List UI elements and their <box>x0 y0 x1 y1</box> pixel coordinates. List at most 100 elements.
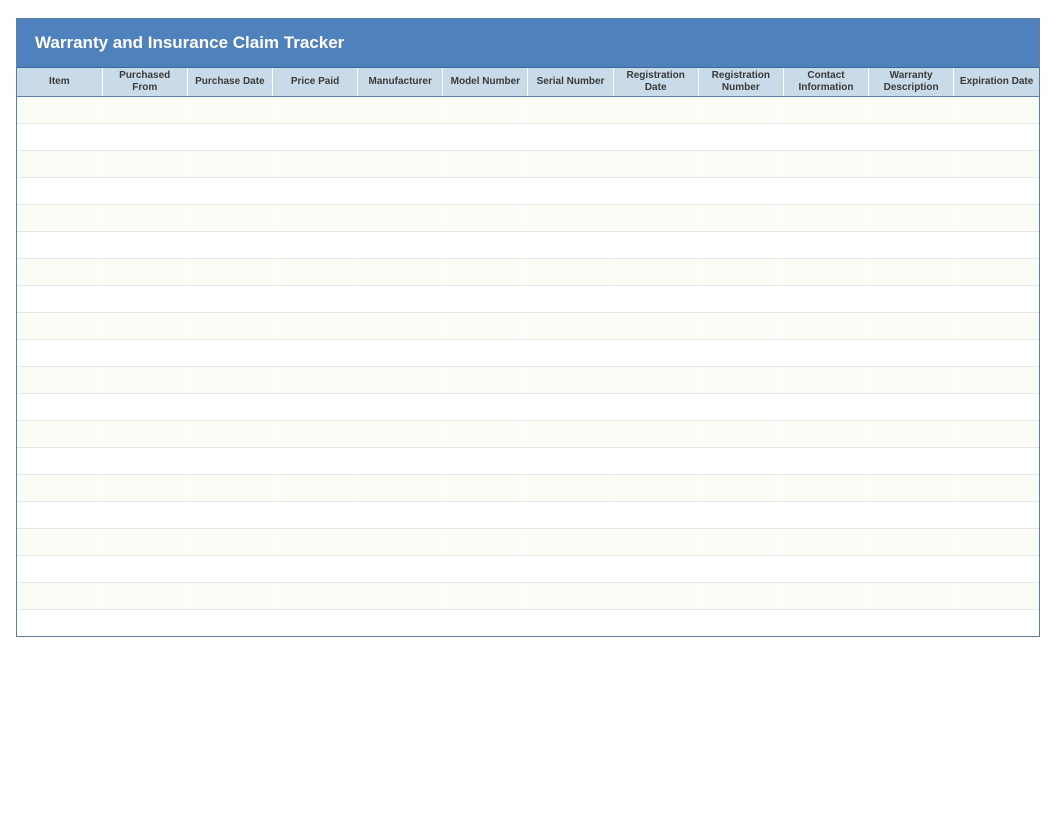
table-row[interactable] <box>17 474 1039 501</box>
table-cell[interactable] <box>187 177 272 204</box>
table-cell[interactable] <box>187 528 272 555</box>
table-cell[interactable] <box>869 204 954 231</box>
table-cell[interactable] <box>869 123 954 150</box>
table-cell[interactable] <box>358 285 443 312</box>
table-row[interactable] <box>17 231 1039 258</box>
table-cell[interactable] <box>613 474 698 501</box>
table-cell[interactable] <box>358 150 443 177</box>
table-cell[interactable] <box>613 204 698 231</box>
table-cell[interactable] <box>783 501 868 528</box>
table-cell[interactable] <box>783 447 868 474</box>
table-cell[interactable] <box>954 420 1039 447</box>
table-cell[interactable] <box>187 582 272 609</box>
table-cell[interactable] <box>358 177 443 204</box>
table-cell[interactable] <box>17 96 102 123</box>
table-cell[interactable] <box>528 528 613 555</box>
table-cell[interactable] <box>17 582 102 609</box>
table-cell[interactable] <box>187 555 272 582</box>
table-cell[interactable] <box>187 474 272 501</box>
table-cell[interactable] <box>17 447 102 474</box>
table-cell[interactable] <box>528 555 613 582</box>
table-row[interactable] <box>17 609 1039 636</box>
table-cell[interactable] <box>869 528 954 555</box>
table-cell[interactable] <box>528 339 613 366</box>
table-cell[interactable] <box>698 258 783 285</box>
table-cell[interactable] <box>358 555 443 582</box>
table-cell[interactable] <box>272 177 357 204</box>
table-cell[interactable] <box>698 96 783 123</box>
table-cell[interactable] <box>443 420 528 447</box>
table-cell[interactable] <box>272 582 357 609</box>
table-cell[interactable] <box>102 312 187 339</box>
table-cell[interactable] <box>17 528 102 555</box>
table-cell[interactable] <box>528 501 613 528</box>
table-cell[interactable] <box>272 474 357 501</box>
table-cell[interactable] <box>358 123 443 150</box>
table-cell[interactable] <box>698 366 783 393</box>
table-cell[interactable] <box>272 528 357 555</box>
table-row[interactable] <box>17 96 1039 123</box>
table-cell[interactable] <box>102 258 187 285</box>
table-cell[interactable] <box>613 582 698 609</box>
table-cell[interactable] <box>528 258 613 285</box>
table-cell[interactable] <box>17 420 102 447</box>
table-cell[interactable] <box>187 123 272 150</box>
table-cell[interactable] <box>272 447 357 474</box>
table-cell[interactable] <box>783 474 868 501</box>
table-cell[interactable] <box>102 474 187 501</box>
table-cell[interactable] <box>102 285 187 312</box>
table-cell[interactable] <box>358 96 443 123</box>
table-cell[interactable] <box>698 582 783 609</box>
table-cell[interactable] <box>443 231 528 258</box>
table-cell[interactable] <box>783 312 868 339</box>
table-cell[interactable] <box>613 123 698 150</box>
table-cell[interactable] <box>272 150 357 177</box>
table-cell[interactable] <box>272 231 357 258</box>
table-cell[interactable] <box>613 96 698 123</box>
table-cell[interactable] <box>528 312 613 339</box>
table-cell[interactable] <box>187 420 272 447</box>
table-cell[interactable] <box>187 96 272 123</box>
table-cell[interactable] <box>954 231 1039 258</box>
table-cell[interactable] <box>783 420 868 447</box>
table-row[interactable] <box>17 312 1039 339</box>
table-cell[interactable] <box>698 177 783 204</box>
table-row[interactable] <box>17 528 1039 555</box>
table-cell[interactable] <box>17 366 102 393</box>
table-cell[interactable] <box>783 96 868 123</box>
table-cell[interactable] <box>443 204 528 231</box>
table-cell[interactable] <box>954 285 1039 312</box>
table-cell[interactable] <box>17 555 102 582</box>
table-cell[interactable] <box>17 393 102 420</box>
table-cell[interactable] <box>17 501 102 528</box>
table-cell[interactable] <box>613 528 698 555</box>
table-cell[interactable] <box>783 258 868 285</box>
table-cell[interactable] <box>783 177 868 204</box>
table-cell[interactable] <box>613 150 698 177</box>
table-cell[interactable] <box>613 555 698 582</box>
table-cell[interactable] <box>613 501 698 528</box>
table-row[interactable] <box>17 393 1039 420</box>
table-cell[interactable] <box>869 501 954 528</box>
table-cell[interactable] <box>698 339 783 366</box>
table-cell[interactable] <box>443 393 528 420</box>
table-cell[interactable] <box>358 339 443 366</box>
table-cell[interactable] <box>358 528 443 555</box>
table-cell[interactable] <box>783 393 868 420</box>
table-cell[interactable] <box>869 366 954 393</box>
table-cell[interactable] <box>187 609 272 636</box>
table-cell[interactable] <box>613 393 698 420</box>
table-cell[interactable] <box>17 258 102 285</box>
table-row[interactable] <box>17 177 1039 204</box>
table-row[interactable] <box>17 555 1039 582</box>
table-cell[interactable] <box>443 528 528 555</box>
table-cell[interactable] <box>187 285 272 312</box>
table-cell[interactable] <box>187 150 272 177</box>
table-cell[interactable] <box>869 447 954 474</box>
table-cell[interactable] <box>954 150 1039 177</box>
table-cell[interactable] <box>954 555 1039 582</box>
table-cell[interactable] <box>869 96 954 123</box>
table-cell[interactable] <box>698 474 783 501</box>
table-cell[interactable] <box>358 312 443 339</box>
table-cell[interactable] <box>613 339 698 366</box>
